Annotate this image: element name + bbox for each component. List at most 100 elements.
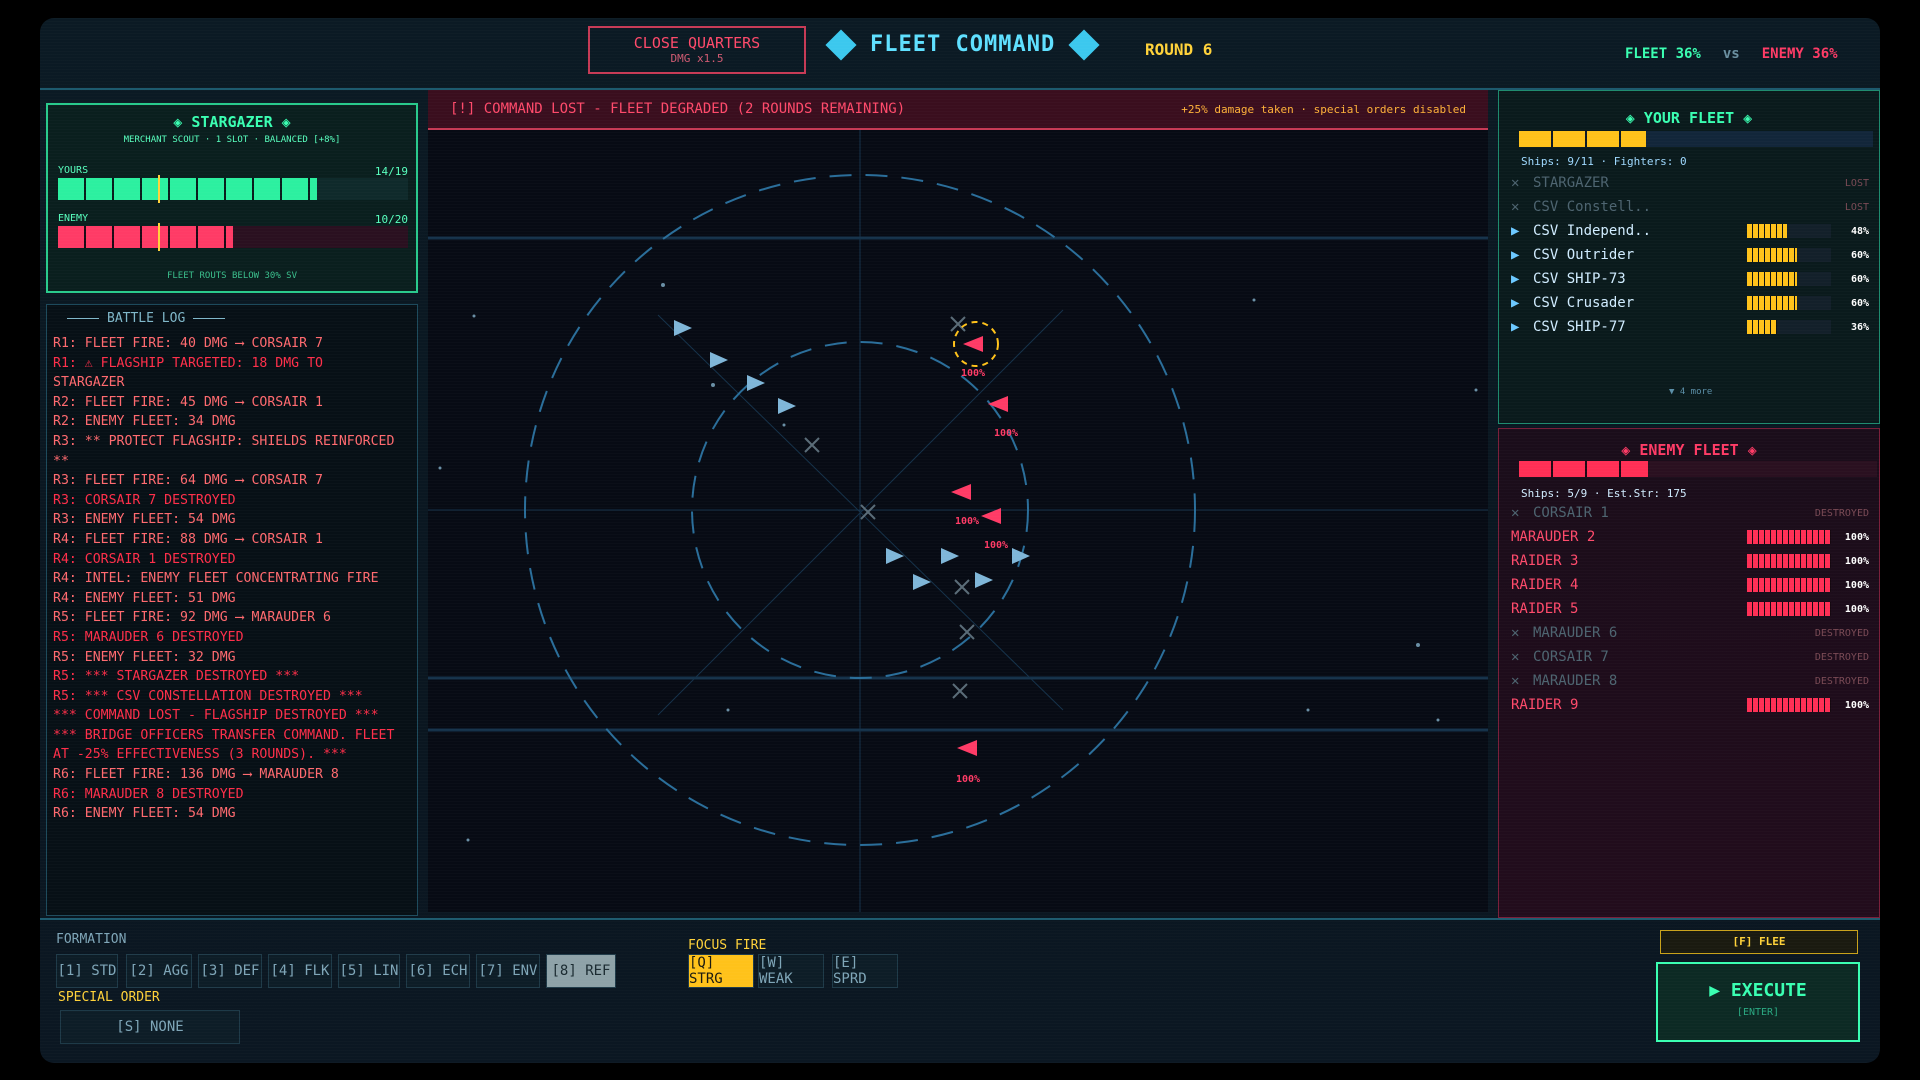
log-entry: R3: FLEET FIRE: 64 DMG ⟶ CORSAIR 7: [53, 473, 323, 489]
execute-button[interactable]: ▶ EXECUTE [ENTER]: [1656, 962, 1860, 1042]
log-entry: R5: *** STARGAZER DESTROYED ***: [53, 669, 300, 685]
ship-play-icon: ▶: [1511, 295, 1520, 311]
your-fleet-strength-fill: [1519, 131, 1647, 147]
enemy-ship-name: MARAUDER 2: [1511, 529, 1596, 545]
enemy-hp-fill: [1747, 578, 1831, 592]
enemy-ship-row[interactable]: RAIDER 3 100%: [1511, 549, 1869, 573]
ship-row[interactable]: ▶ CSV SHIP-77 36%: [1511, 315, 1869, 339]
enemy-ship-row[interactable]: RAIDER 5 100%: [1511, 597, 1869, 621]
execute-label: ▶ EXECUTE: [1709, 980, 1807, 1001]
enemy-hp-fill: [1747, 530, 1831, 544]
focus-fire-button[interactable]: [Q] STRG: [688, 954, 754, 988]
enemy-ship-name: RAIDER 9: [1511, 697, 1579, 713]
formation-button[interactable]: [8] REF: [546, 954, 616, 988]
ship-row[interactable]: ▶ CSV Crusader 60%: [1511, 291, 1869, 315]
ship-row[interactable]: ✕ CSV Constell.. LOST: [1511, 195, 1869, 219]
enemy-ship-name: RAIDER 4: [1511, 577, 1579, 593]
enemy-strength: ENEMY 36%: [1761, 46, 1838, 62]
ship-name: CSV Constell..: [1533, 199, 1652, 215]
your-sv-meter: YOURS 14/19: [58, 165, 408, 203]
ship-row[interactable]: ▶ CSV Outrider 60%: [1511, 243, 1869, 267]
ship-row[interactable]: ▶ CSV SHIP-73 60%: [1511, 267, 1869, 291]
alert-effects: +25% damage taken · special orders disab…: [1181, 103, 1466, 116]
enemy-hp-fill: [1747, 554, 1831, 568]
formation-button[interactable]: [7] ENV: [476, 954, 540, 988]
enemy-value: 10/20: [374, 213, 408, 226]
enemy-hp-label: 100%: [961, 368, 985, 379]
log-entry: *** BRIDGE OFFICERS TRANSFER COMMAND. FL…: [53, 727, 395, 743]
ship-play-icon: ▶: [1511, 247, 1520, 263]
enemy-ship-row[interactable]: ✕ MARAUDER 8 DESTROYED: [1511, 669, 1869, 693]
enemy-ship-name: MARAUDER 8: [1533, 673, 1618, 689]
enemy-hp-percent: 100%: [1844, 555, 1869, 567]
mode-title: CLOSE QUARTERS: [633, 34, 761, 52]
enemy-ship-row[interactable]: ✕ CORSAIR 7 DESTROYED: [1511, 645, 1869, 669]
game-title: FLEET COMMAND: [825, 28, 1100, 61]
enemy-ship-name: CORSAIR 7: [1533, 649, 1609, 665]
log-entry: *** COMMAND LOST - FLAGSHIP DESTROYED **…: [53, 708, 379, 724]
ship-row[interactable]: ✕ STARGAZER LOST: [1511, 171, 1869, 195]
enemy-sv-meter: ENEMY 10/20: [58, 213, 408, 251]
more-ships-toggle[interactable]: ▼ 4 more: [1669, 387, 1712, 397]
yours-bar-fill: [58, 178, 317, 200]
battle-log: BATTLE LOG R1: FLEET FIRE: 40 DMG ⟶ CORS…: [46, 304, 418, 916]
ship-hp-fill: [1747, 320, 1778, 334]
enemy-hp-label: 100%: [984, 540, 1008, 551]
flee-button[interactable]: [F] FLEE: [1660, 930, 1858, 954]
formation-button[interactable]: [6] ECH: [406, 954, 470, 988]
formation-label: FORMATION: [56, 932, 127, 947]
ship-name: CSV Independ..: [1533, 223, 1652, 239]
log-entry: R4: INTEL: ENEMY FLEET CONCENTRATING FIR…: [53, 571, 379, 587]
ship-hp-fill: [1747, 224, 1788, 238]
enemy-hp-percent: 100%: [1844, 579, 1869, 591]
enemy-ship-row[interactable]: MARAUDER 2 100%: [1511, 525, 1869, 549]
enemy-fleet-stats: Ships: 5/9 · Est.Str: 175: [1521, 487, 1687, 500]
yours-value: 14/19: [374, 165, 408, 178]
formation-button[interactable]: [5] LIN: [338, 954, 400, 988]
enemy-ship-status: DESTROYED: [1814, 627, 1869, 639]
ship-name: CSV SHIP-73: [1533, 271, 1626, 287]
enemy-ship-row[interactable]: ✕ MARAUDER 6 DESTROYED: [1511, 621, 1869, 645]
enemy-hp-label: 100%: [955, 516, 979, 527]
log-entry: AT -25% EFFECTIVENESS (3 ROUNDS). ***: [53, 747, 347, 763]
focus-fire-button[interactable]: [E] SPRD: [832, 954, 898, 988]
ship-play-icon: ▶: [1511, 223, 1520, 239]
special-order-selector[interactable]: [S] NONE: [60, 1010, 240, 1044]
ship-name: CSV Outrider: [1533, 247, 1635, 263]
ship-hp-bar: [1747, 320, 1831, 334]
battle-log-header: BATTLE LOG: [67, 311, 417, 326]
rout-note: FLEET ROUTS BELOW 30% SV: [166, 271, 298, 281]
your-fleet-title: ◈ YOUR FLEET ◈: [1625, 109, 1753, 127]
ship-name: STARGAZER: [1533, 175, 1609, 191]
formation-button[interactable]: [1] STD: [56, 954, 118, 988]
log-entry: STARGAZER: [53, 375, 125, 391]
enemy-hp-bar: [1747, 554, 1831, 568]
formation-button[interactable]: [2] AGG: [126, 954, 192, 988]
enemy-ship-row[interactable]: ✕ CORSAIR 1 DESTROYED: [1511, 501, 1869, 525]
ship-play-icon: ▶: [1511, 319, 1520, 335]
destroyed-x-icon: ✕: [1511, 673, 1520, 689]
ship-hp-percent: 36%: [1850, 321, 1869, 333]
enemy-hp-bar: [1747, 530, 1831, 544]
log-entry: R3: ** PROTECT FLAGSHIP: SHIELDS REINFOR…: [53, 433, 395, 449]
enemy-hp-label: 100%: [994, 428, 1018, 439]
ship-hp-bar: [1747, 224, 1831, 238]
log-entry: R6: FLEET FIRE: 136 DMG ⟶ MARAUDER 8: [53, 767, 339, 783]
log-entry: R1: ⚠ FLAGSHIP TARGETED: 18 DMG TO: [53, 355, 323, 371]
enemy-ship-row[interactable]: RAIDER 4 100%: [1511, 573, 1869, 597]
log-entry: R4: ENEMY FLEET: 51 DMG: [53, 590, 236, 606]
ship-row[interactable]: ▶ CSV Independ.. 48%: [1511, 219, 1869, 243]
ship-name: CSV Crusader: [1533, 295, 1635, 311]
destroyed-x-icon: ✕: [1511, 649, 1520, 665]
destroyed-x-icon: ✕: [1511, 625, 1520, 641]
enemy-fleet-title: ◈ ENEMY FLEET ◈: [1621, 441, 1757, 459]
formation-button[interactable]: [3] DEF: [198, 954, 262, 988]
focus-fire-button[interactable]: [W] WEAK: [758, 954, 824, 988]
ship-name: CSV SHIP-77: [1533, 319, 1626, 335]
alert-message: [!] COMMAND LOST - FLEET DEGRADED (2 ROU…: [450, 101, 906, 117]
enemy-hp-fill: [1747, 602, 1831, 616]
formation-button[interactable]: [4] FLK: [268, 954, 332, 988]
enemy-ship-row[interactable]: RAIDER 9 100%: [1511, 693, 1869, 717]
enemy-ship-status: DESTROYED: [1814, 507, 1869, 519]
lost-x-icon: ✕: [1511, 175, 1520, 191]
